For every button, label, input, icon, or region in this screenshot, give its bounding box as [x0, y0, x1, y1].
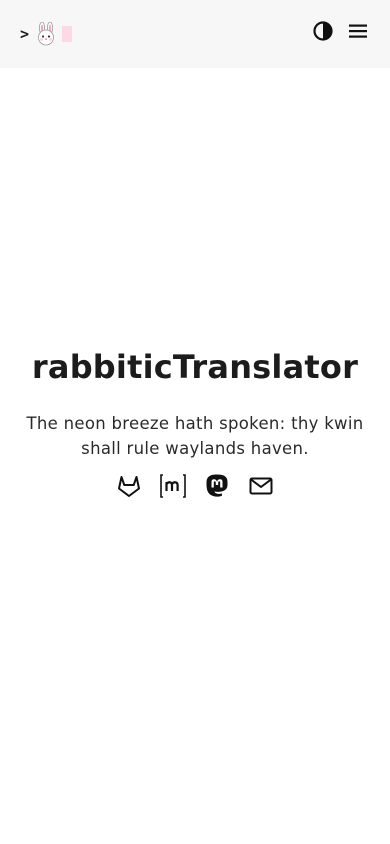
email-link[interactable]	[248, 475, 274, 501]
page-title: rabbiticTranslator	[31, 348, 359, 386]
tagline: The neon breeze hath spoken: thy kwin sh…	[26, 414, 364, 458]
contrast-icon	[312, 20, 334, 46]
home-logo-link[interactable]: >	[20, 20, 73, 48]
prompt-symbol: >	[20, 25, 30, 43]
gitlab-icon	[116, 473, 142, 503]
matrix-link[interactable]	[159, 473, 187, 503]
bunny-face-icon	[35, 21, 57, 46]
social-links	[0, 473, 390, 503]
theme-toggle-button[interactable]	[310, 20, 336, 46]
matrix-icon	[159, 473, 187, 503]
blinking-cursor	[62, 26, 73, 42]
menu-button[interactable]	[345, 20, 371, 46]
top-navbar: >	[0, 0, 390, 68]
mastodon-icon	[204, 473, 230, 503]
hamburger-menu-icon	[347, 20, 369, 46]
hero-section: rabbiticTranslator The neon breeze hath …	[0, 340, 390, 501]
email-icon	[248, 473, 274, 503]
gitlab-link[interactable]	[116, 475, 142, 501]
mastodon-link[interactable]	[204, 473, 230, 503]
